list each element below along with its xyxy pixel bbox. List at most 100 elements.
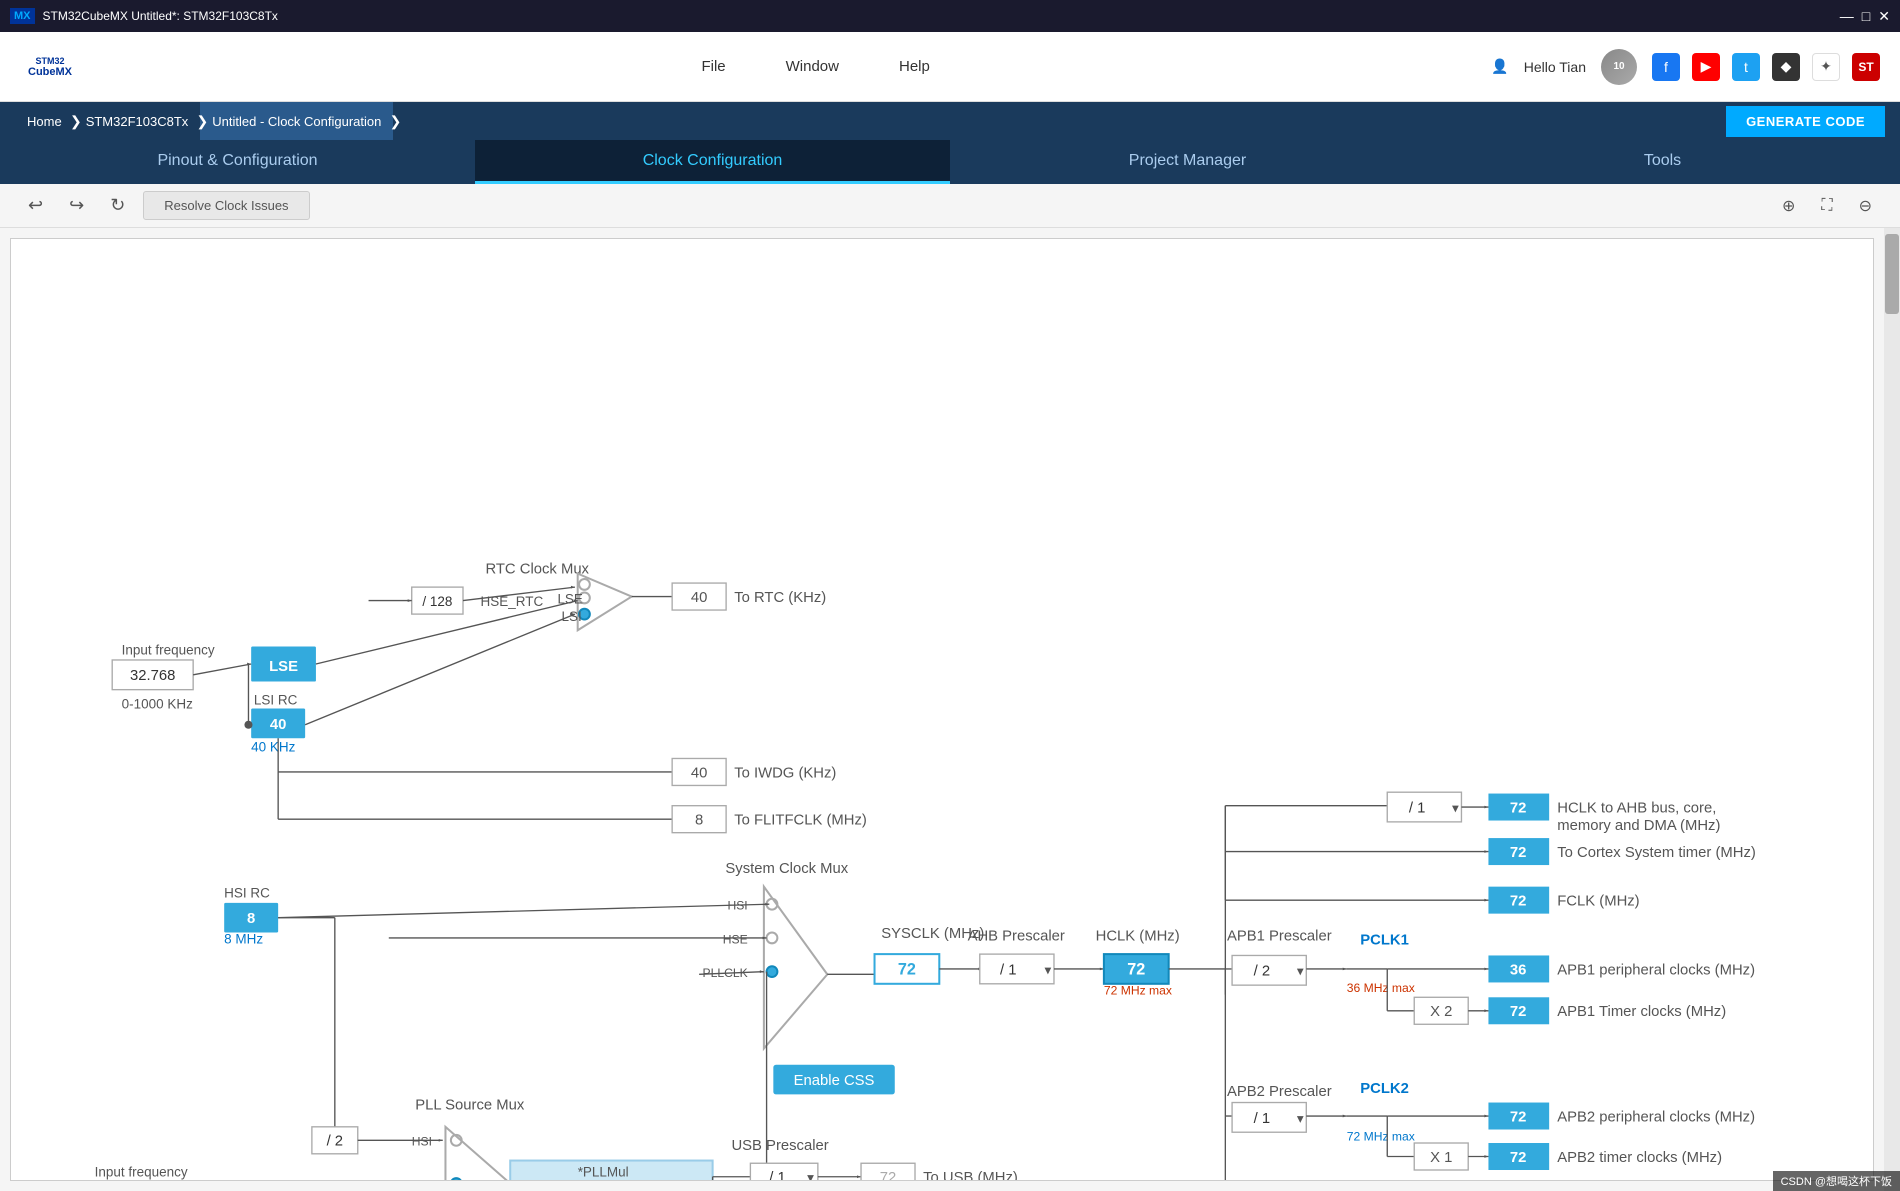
network-icon[interactable]: ✦ (1812, 53, 1840, 81)
pclk1-label: PCLK1 (1360, 933, 1409, 949)
fclk-label: FCLK (MHz) (1557, 894, 1639, 910)
breadcrumb-device[interactable]: STM32F103C8Tx (74, 102, 201, 140)
tab-bar: Pinout & Configuration Clock Configurati… (0, 140, 1900, 184)
ahb-div-value: / 1 (1000, 962, 1017, 978)
pclk2-label: PCLK2 (1360, 1081, 1409, 1097)
to-iwdg-label: To IWDG (KHz) (734, 765, 836, 781)
to-usb-label: To USB (MHz) (923, 1170, 1018, 1181)
pllmul-label: *PLLMul (578, 1165, 629, 1180)
refresh-button[interactable]: ↻ (102, 191, 133, 220)
apb1-periph-label: APB1 peripheral clocks (MHz) (1557, 962, 1755, 978)
breadcrumb-bar: Home STM32F103C8Tx Untitled - Clock Conf… (0, 102, 1900, 140)
minimize-button[interactable]: — (1840, 8, 1854, 25)
zoom-in-button[interactable]: ⊕ (1774, 192, 1803, 220)
menu-window[interactable]: Window (786, 58, 839, 75)
breadcrumb-project[interactable]: Untitled - Clock Configuration (200, 102, 393, 140)
tab-tools[interactable]: Tools (1425, 140, 1900, 184)
logo-area: STM32 CubeMX (20, 42, 80, 92)
main-content: Input frequency 32.768 0-1000 KHz LSE LS… (0, 228, 1900, 1191)
apb2-timer-label: APB2 timer clocks (MHz) (1557, 1150, 1722, 1166)
logo-top: STM32 (35, 56, 64, 66)
twitter-icon[interactable]: t (1732, 53, 1760, 81)
hclk-ahb-value: 72 (1510, 800, 1527, 816)
anniversary-badge: 10 (1601, 49, 1637, 85)
flitf-value: 8 (695, 813, 703, 829)
svg-text:▾: ▾ (807, 1170, 814, 1181)
input-freq1-label: Input frequency (122, 643, 215, 658)
pclk2-max: 72 MHz max (1347, 1129, 1415, 1143)
scrollbar-right[interactable] (1884, 228, 1900, 1191)
menu-help[interactable]: Help (899, 58, 930, 75)
pll-hsi-label: HSI (412, 1135, 432, 1149)
div1-hclk-value: / 1 (1409, 800, 1426, 816)
zoom-out-button[interactable]: ⊖ (1851, 192, 1880, 220)
hsi-rc-label: HSI RC (224, 885, 270, 900)
hclk-label: HCLK (MHz) (1096, 929, 1180, 945)
title-bar: MX STM32CubeMX Untitled*: STM32F103C8Tx … (0, 0, 1900, 32)
diagram-area[interactable]: Input frequency 32.768 0-1000 KHz LSE LS… (10, 238, 1874, 1181)
cortex-label: To Cortex System timer (MHz) (1557, 845, 1756, 861)
apb1-periph-value: 36 (1510, 962, 1527, 978)
menu-bar: STM32 CubeMX File Window Help 👤 Hello Ti… (0, 32, 1900, 102)
input-freq1-range: 0-1000 KHz (122, 697, 193, 712)
breadcrumb-home[interactable]: Home (15, 102, 74, 140)
redo-button[interactable]: ↪ (61, 191, 92, 220)
lsi-value: 40 (270, 717, 287, 733)
title-bar-text: STM32CubeMX Untitled*: STM32F103C8Tx (43, 9, 1840, 23)
app-logo: MX (10, 8, 35, 24)
apb1-timer-label: APB1 Timer clocks (MHz) (1557, 1004, 1726, 1020)
pll-div2: / 2 (327, 1134, 343, 1150)
toolbar: ↩ ↪ ↻ Resolve Clock Issues ⊕ ⛶ ⊖ (0, 184, 1900, 228)
to-flitf-label: To FLITFCLK (MHz) (734, 813, 867, 829)
st-logo-icon[interactable]: ST (1852, 53, 1880, 81)
scrollbar-thumb[interactable] (1885, 234, 1899, 314)
undo-button[interactable]: ↩ (20, 191, 51, 220)
tab-project[interactable]: Project Manager (950, 140, 1425, 184)
pll-mux-label: PLL Source Mux (415, 1097, 525, 1113)
svg-text:▾: ▾ (1297, 1111, 1304, 1126)
user-area: 👤 Hello Tian 10 f ▶ t ◆ ✦ ST (1491, 49, 1880, 85)
menu-file[interactable]: File (701, 58, 725, 75)
apb2-div-value: / 1 (1254, 1111, 1271, 1127)
to-rtc-label: To RTC (KHz) (734, 590, 826, 606)
maximize-button[interactable]: □ (1862, 8, 1870, 25)
hclk-value: 72 (1127, 960, 1145, 978)
clock-diagram: Input frequency 32.768 0-1000 KHz LSE LS… (11, 239, 1873, 1180)
tab-clock[interactable]: Clock Configuration (475, 140, 950, 184)
usb-value: 72 (880, 1170, 897, 1181)
logo-cube: CubeMX (28, 66, 72, 78)
fclk-value: 72 (1510, 894, 1527, 910)
enable-css-btn: Enable CSS (794, 1073, 875, 1089)
apb1-x2-label: X 2 (1430, 1004, 1452, 1020)
lsi-khz: 40 KHz (251, 740, 295, 755)
resolve-clock-button[interactable]: Resolve Clock Issues (143, 191, 309, 220)
clock-diagram-svg: Input frequency 32.768 0-1000 KHz LSE LS… (11, 239, 1873, 1181)
window-controls: — □ ✕ (1840, 8, 1890, 25)
hse-rtc-label: HSE_RTC (481, 594, 544, 609)
github-icon[interactable]: ◆ (1772, 53, 1800, 81)
youtube-icon[interactable]: ▶ (1692, 53, 1720, 81)
apb2-x1-label: X 1 (1430, 1150, 1452, 1166)
app-logo-box: STM32 CubeMX (20, 42, 80, 92)
usb-div-value: / 1 (769, 1170, 786, 1181)
hsi-mhz: 8 MHz (224, 931, 263, 946)
apb1-prescaler-label: APB1 Prescaler (1227, 929, 1332, 945)
apb1-div-value: / 2 (1254, 964, 1271, 980)
generate-code-button[interactable]: GENERATE CODE (1726, 106, 1885, 137)
lse-block: LSE (269, 659, 298, 675)
sysclk-value: 72 (898, 960, 916, 978)
lsi-mux-label: LSI (561, 609, 581, 624)
input-freq1-value: 32.768 (130, 668, 175, 684)
pll-hse-label: HSE (407, 1178, 432, 1181)
main-menu: File Window Help (140, 58, 1491, 75)
iwdg-value: 40 (691, 765, 708, 781)
close-button[interactable]: ✕ (1878, 8, 1890, 25)
sys-mux-label: System Clock Mux (725, 861, 848, 877)
usb-prescaler-label: USB Prescaler (731, 1138, 828, 1154)
fullscreen-button[interactable]: ⛶ (1813, 193, 1840, 219)
facebook-icon[interactable]: f (1652, 53, 1680, 81)
social-icons: f ▶ t ◆ ✦ ST (1652, 53, 1880, 81)
hclk-max: 72 MHz max (1104, 984, 1172, 998)
svg-text:▾: ▾ (1297, 964, 1304, 979)
tab-pinout[interactable]: Pinout & Configuration (0, 140, 475, 184)
